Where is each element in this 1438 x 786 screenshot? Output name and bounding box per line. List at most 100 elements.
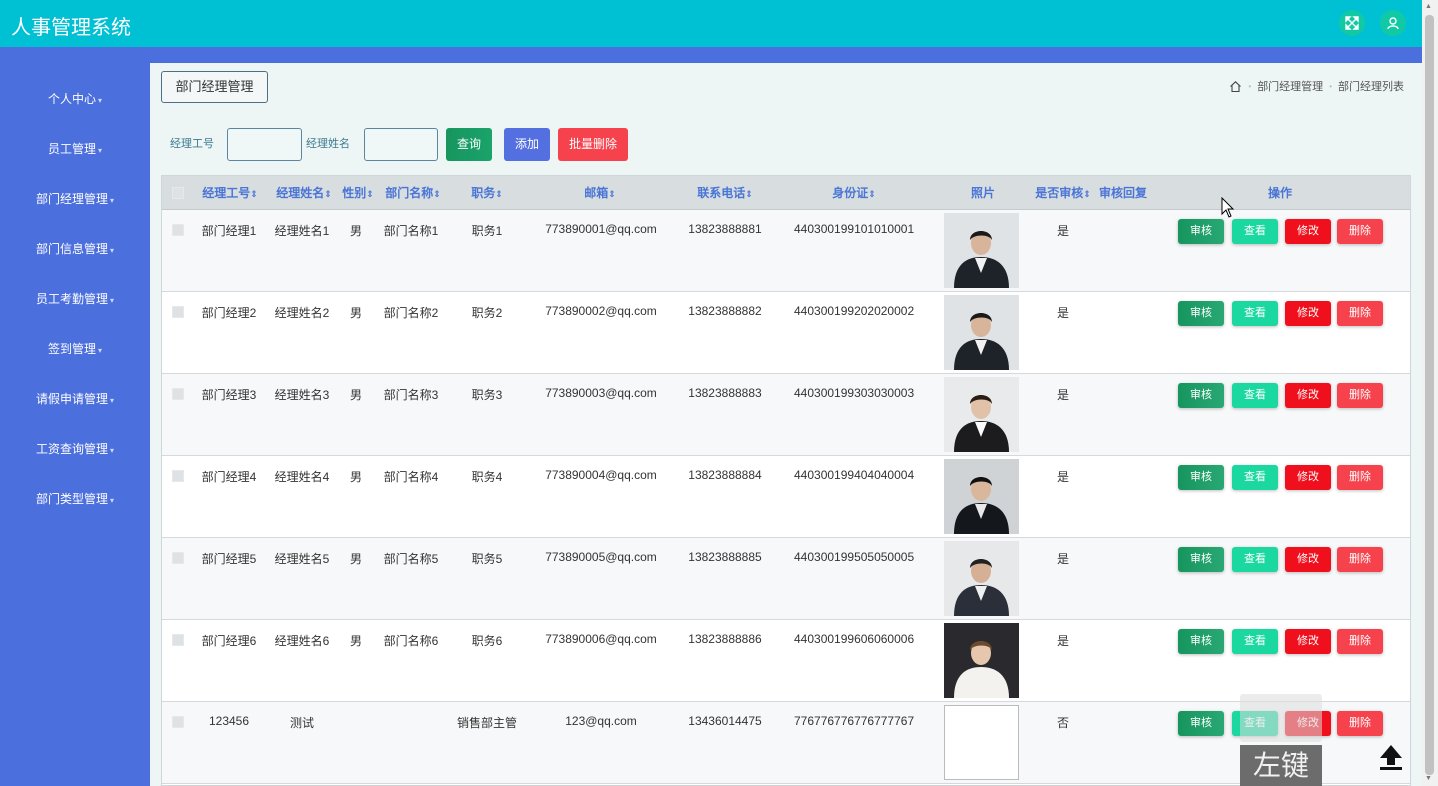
manager-photo [944, 541, 1019, 616]
view-button[interactable]: 查看 [1232, 629, 1278, 654]
sort-icon[interactable]: ⇕ [608, 189, 616, 199]
scroll-down-arrow-icon[interactable]: ▼ [1425, 775, 1432, 782]
home-icon[interactable] [1229, 80, 1242, 93]
sidebar-item-dept-manager[interactable]: 部门经理管理▾ [0, 187, 150, 211]
manager-name-input[interactable] [364, 128, 438, 161]
page-scrollbar[interactable]: ▲ ▼ [1422, 0, 1438, 786]
header-job[interactable]: 职务⇕ [467, 176, 507, 210]
sort-icon[interactable]: ⇕ [868, 189, 876, 199]
view-button[interactable]: 查看 [1232, 383, 1278, 408]
delete-button[interactable]: 删除 [1337, 219, 1383, 244]
user-icon[interactable] [1380, 10, 1406, 36]
cell-job: 职务3 [427, 386, 547, 403]
cell-phone: 13823888884 [665, 468, 785, 482]
audit-button[interactable]: 审核 [1178, 301, 1224, 326]
header-label: 是否审核 [1035, 186, 1083, 200]
sidebar-item-dept-type[interactable]: 部门类型管理▾ [0, 487, 150, 511]
cell-audited: 否 [1003, 714, 1123, 731]
cell-phone: 13823888881 [665, 222, 785, 236]
delete-button[interactable]: 删除 [1337, 629, 1383, 654]
tooltip-backdrop [1240, 694, 1322, 742]
view-button[interactable]: 查看 [1232, 301, 1278, 326]
sidebar-item-label: 部门类型管理 [36, 492, 108, 506]
header-label: 审核回复 [1099, 186, 1147, 200]
delete-button[interactable]: 删除 [1337, 465, 1383, 490]
audit-button[interactable]: 审核 [1178, 465, 1224, 490]
audit-button[interactable]: 审核 [1178, 383, 1224, 408]
breadcrumb-level1[interactable]: 部门经理管理 [1257, 78, 1323, 94]
sidebar-item-attendance[interactable]: 员工考勤管理▾ [0, 287, 150, 311]
header-label: 身份证 [832, 186, 868, 200]
delete-button[interactable]: 删除 [1337, 547, 1383, 572]
sidebar-item-label: 员工考勤管理 [36, 292, 108, 306]
breadcrumb: • 部门经理管理 • 部门经理列表 [1229, 78, 1404, 94]
select-all-checkbox[interactable] [172, 187, 184, 199]
view-button[interactable]: 查看 [1232, 219, 1278, 244]
edit-button[interactable]: 修改 [1285, 219, 1331, 244]
view-button[interactable]: 查看 [1232, 465, 1278, 490]
header-audited[interactable]: 是否审核⇕ [1034, 176, 1092, 210]
edit-button[interactable]: 修改 [1285, 465, 1331, 490]
header-email[interactable]: 邮箱⇕ [580, 176, 620, 210]
sort-icon[interactable]: ⇕ [366, 189, 374, 199]
top-bar: 人事管理系统 [0, 0, 1422, 47]
manager-photo [944, 623, 1019, 698]
cell-audited: 是 [1003, 468, 1123, 485]
caret-down-icon: ▾ [98, 96, 102, 105]
manager-name-label: 经理姓名 [306, 128, 350, 161]
delete-button[interactable]: 删除 [1337, 711, 1383, 736]
audit-button[interactable]: 审核 [1178, 219, 1224, 244]
sort-icon[interactable]: ⇕ [250, 189, 258, 199]
page-title-tab[interactable]: 部门经理管理 [161, 71, 268, 103]
audit-button[interactable]: 审核 [1178, 547, 1224, 572]
edit-button[interactable]: 修改 [1285, 301, 1331, 326]
fullscreen-icon[interactable] [1339, 10, 1365, 36]
edit-button[interactable]: 修改 [1285, 547, 1331, 572]
edit-button[interactable]: 修改 [1285, 383, 1331, 408]
scrollbar-thumb[interactable] [1425, 15, 1434, 775]
sort-icon[interactable]: ⇕ [1083, 189, 1091, 199]
header-phone[interactable]: 联系电话⇕ [695, 176, 755, 210]
broken-image-icon [944, 705, 1019, 780]
sidebar-item-dept-info[interactable]: 部门信息管理▾ [0, 237, 150, 261]
add-button[interactable]: 添加 [504, 128, 550, 161]
sidebar-item-leave[interactable]: 请假申请管理▾ [0, 387, 150, 411]
cell-job: 职务1 [427, 222, 547, 239]
view-button[interactable]: 查看 [1232, 547, 1278, 572]
sidebar-item-salary[interactable]: 工资查询管理▾ [0, 437, 150, 461]
scroll-up-arrow-icon[interactable]: ▲ [1425, 3, 1432, 10]
cell-job: 职务5 [427, 550, 547, 567]
sort-icon[interactable]: ⇕ [495, 189, 503, 199]
sidebar-item-label: 签到管理 [48, 342, 96, 356]
header-idcard[interactable]: 身份证⇕ [830, 176, 878, 210]
query-button[interactable]: 查询 [446, 128, 492, 161]
cell-email: 773890004@qq.com [541, 468, 661, 482]
back-to-top-icon[interactable] [1376, 741, 1406, 771]
cell-phone: 13823888885 [665, 550, 785, 564]
header-photo: 照片 [965, 176, 1001, 210]
cell-audited: 是 [1003, 304, 1123, 321]
sort-icon[interactable]: ⇕ [745, 189, 753, 199]
sidebar-item-checkin[interactable]: 签到管理▾ [0, 337, 150, 361]
sort-icon[interactable]: ⇕ [324, 189, 332, 199]
manager-id-input[interactable] [227, 128, 302, 161]
header-label: 职务 [471, 186, 495, 200]
mouse-action-label: 左键 [1240, 745, 1322, 786]
cell-job: 职务4 [427, 468, 547, 485]
header-manager-name[interactable]: 经理姓名⇕ [273, 176, 335, 210]
delete-button[interactable]: 删除 [1337, 383, 1383, 408]
delete-button[interactable]: 删除 [1337, 301, 1383, 326]
cell-job: 职务2 [427, 304, 547, 321]
batch-delete-button[interactable]: 批量删除 [558, 128, 628, 161]
header-manager-id[interactable]: 经理工号⇕ [201, 176, 259, 210]
audit-button[interactable]: 审核 [1178, 711, 1224, 736]
edit-button[interactable]: 修改 [1285, 629, 1331, 654]
sidebar-item-employee[interactable]: 员工管理▾ [0, 137, 150, 161]
caret-down-icon: ▾ [110, 496, 114, 505]
sort-icon[interactable]: ⇕ [433, 189, 441, 199]
audit-button[interactable]: 审核 [1178, 629, 1224, 654]
header-label: 联系电话 [697, 186, 745, 200]
sidebar-item-personal-center[interactable]: 个人中心▾ [0, 87, 150, 111]
header-gender[interactable]: 性别⇕ [341, 176, 375, 210]
header-dept-name[interactable]: 部门名称⇕ [382, 176, 444, 210]
